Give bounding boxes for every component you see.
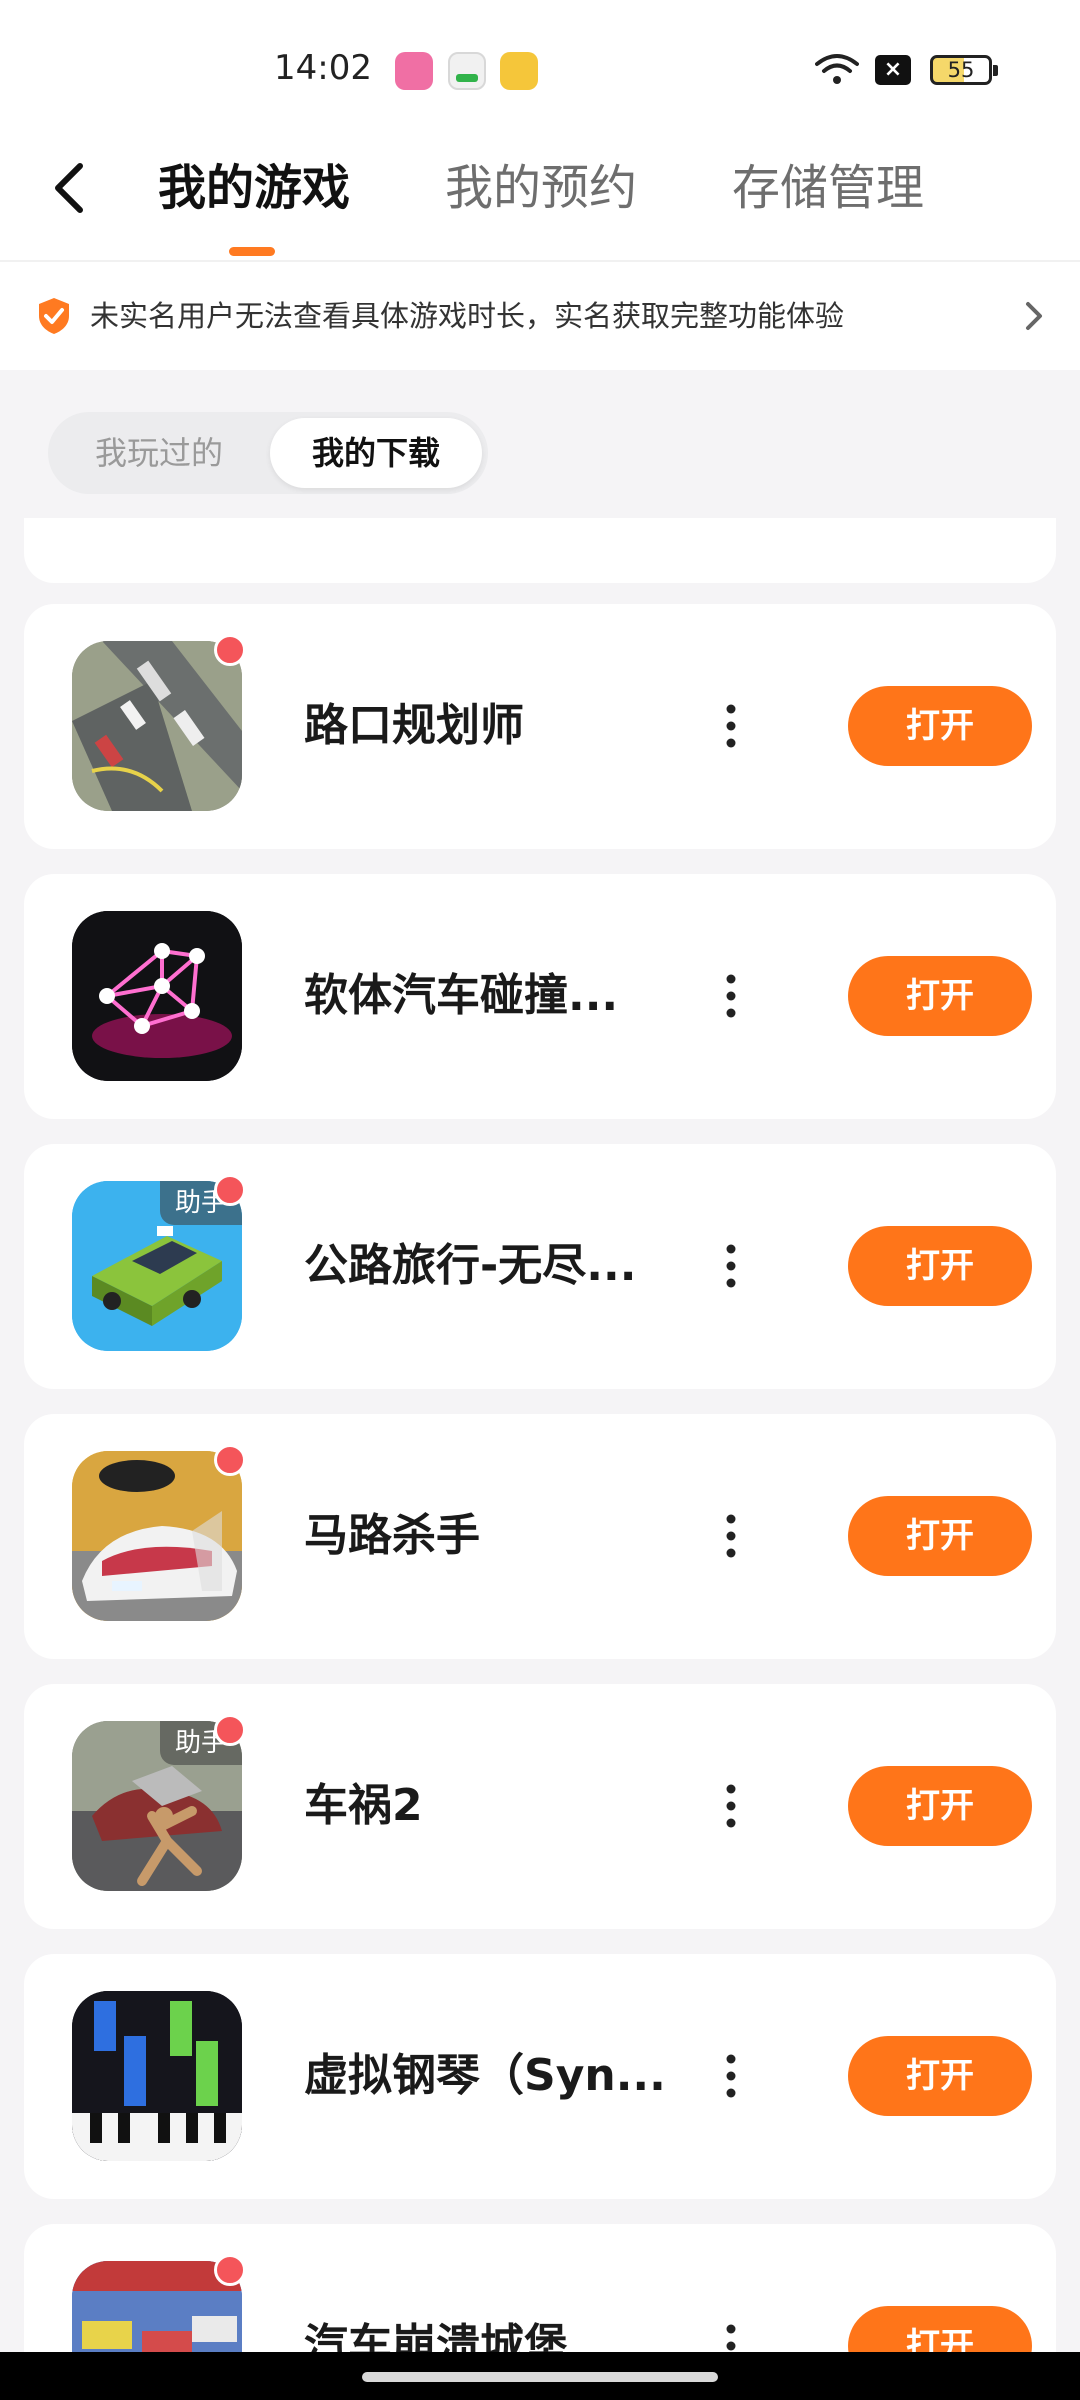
- more-vertical-icon[interactable]: [719, 1781, 743, 1831]
- open-button[interactable]: 打开: [848, 1496, 1032, 1576]
- more-vertical-icon[interactable]: [719, 971, 743, 1021]
- x-status-icon: ×: [875, 55, 911, 85]
- tab-storage-management[interactable]: 存储管理: [732, 158, 924, 218]
- home-gesture-handle[interactable]: [362, 2372, 718, 2382]
- game-card[interactable]: 助手 公路旅行-无尽... 打开: [24, 1144, 1056, 1389]
- game-title: 车祸2: [304, 1780, 423, 1831]
- game-icon: [72, 1991, 242, 2161]
- battery-icon: 55: [930, 55, 998, 85]
- game-title: 软体汽车碰撞...: [304, 970, 619, 1021]
- notification-app-icon: [500, 52, 538, 90]
- game-icon: 助手: [72, 1181, 242, 1351]
- game-icon: [72, 1451, 242, 1621]
- segment-downloads[interactable]: 我的下载: [270, 418, 482, 488]
- game-card[interactable]: 路口规划师 打开: [24, 604, 1056, 849]
- segment-played[interactable]: 我玩过的: [54, 418, 264, 488]
- game-card[interactable]: 软体汽车碰撞... 打开: [24, 874, 1056, 1119]
- open-button[interactable]: 打开: [848, 1766, 1032, 1846]
- open-button[interactable]: 打开: [848, 2036, 1032, 2116]
- open-button[interactable]: 打开: [848, 956, 1032, 1036]
- game-title: 马路杀手: [304, 1510, 480, 1561]
- status-bar: 14:02 × 55: [0, 0, 1080, 130]
- new-badge: [214, 1444, 246, 1476]
- status-time: 14:02: [274, 48, 372, 88]
- notification-app-icon: [448, 52, 486, 90]
- game-title: 虚拟钢琴（Syn...: [304, 2050, 666, 2101]
- game-list: 路口规划师 打开 软体汽车碰撞... 打开 助手 公路旅行-无尽... 打开 马…: [0, 518, 1080, 2400]
- game-card[interactable]: 助手 车祸2 打开: [24, 1684, 1056, 1929]
- open-button[interactable]: 打开: [848, 1226, 1032, 1306]
- more-vertical-icon[interactable]: [719, 701, 743, 751]
- game-title: 公路旅行-无尽...: [304, 1240, 637, 1291]
- open-button[interactable]: 打开: [848, 686, 1032, 766]
- notification-app-icon: [395, 52, 433, 90]
- shield-check-icon: [39, 298, 69, 334]
- segmented-control: 我玩过的 我的下载: [48, 412, 488, 494]
- game-card[interactable]: [24, 518, 1056, 583]
- game-icon: [72, 641, 242, 811]
- new-badge: [214, 2254, 246, 2286]
- game-icon: [72, 911, 242, 1081]
- game-icon: 助手: [72, 1721, 242, 1891]
- new-badge: [214, 1714, 246, 1746]
- chevron-right-icon[interactable]: [1022, 298, 1046, 334]
- wifi-icon: [815, 54, 859, 84]
- tab-my-games[interactable]: 我的游戏: [158, 158, 350, 218]
- more-vertical-icon[interactable]: [719, 2051, 743, 2101]
- game-card[interactable]: 马路杀手 打开: [24, 1414, 1056, 1659]
- new-badge: [214, 634, 246, 666]
- back-icon[interactable]: [48, 160, 92, 216]
- game-card[interactable]: 虚拟钢琴（Syn... 打开: [24, 1954, 1056, 2199]
- more-vertical-icon[interactable]: [719, 1511, 743, 1561]
- new-badge: [214, 1174, 246, 1206]
- more-vertical-icon[interactable]: [719, 1241, 743, 1291]
- active-tab-indicator: [229, 247, 275, 256]
- game-title: 路口规划师: [304, 700, 524, 751]
- tab-my-reservations[interactable]: 我的预约: [445, 158, 637, 218]
- notice-text: 未实名用户无法查看具体游戏时长，实名获取完整功能体验: [90, 299, 845, 333]
